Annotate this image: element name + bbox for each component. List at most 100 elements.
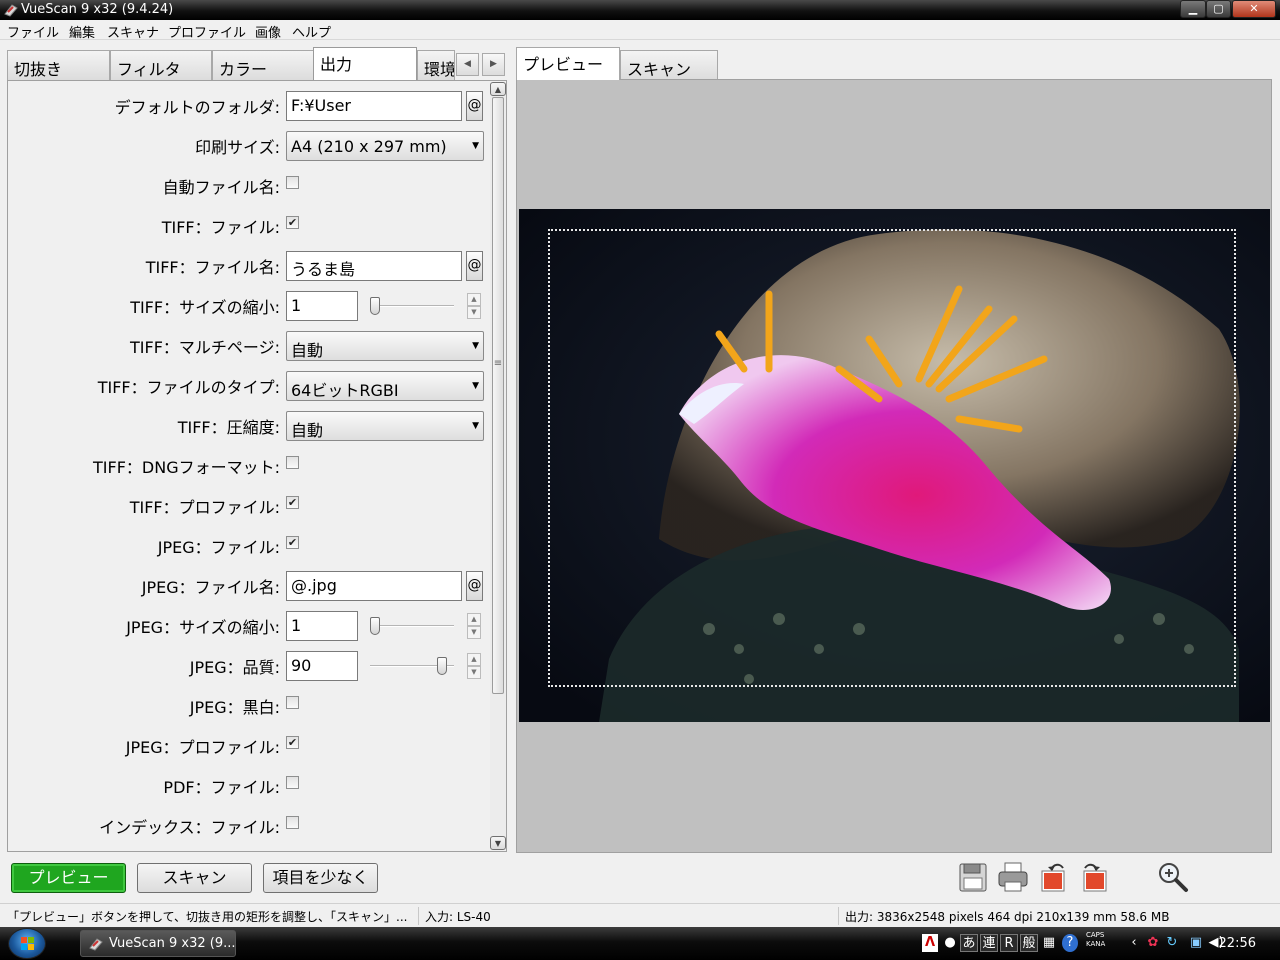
- network-icon[interactable]: ▣: [1188, 934, 1204, 952]
- ime-help-button[interactable]: ?: [1062, 934, 1078, 952]
- print-icon[interactable]: [996, 860, 1030, 894]
- default-folder-at-button[interactable]: @: [466, 91, 483, 121]
- print-size-value: A4 (210 x 297 mm): [291, 137, 447, 156]
- close-icon: ✕: [1249, 2, 1259, 15]
- print-size-select[interactable]: A4 (210 x 297 mm) ▼: [286, 131, 484, 161]
- tiff-filename-at-button[interactable]: @: [466, 251, 483, 281]
- dropdown-arrow-icon: ▼: [472, 381, 479, 391]
- ime-general-button[interactable]: 般: [1020, 934, 1038, 952]
- tab-color[interactable]: カラー: [212, 50, 314, 80]
- settings-scrollbar[interactable]: ▲ ≡ ▼: [490, 82, 506, 850]
- jpeg-profile-checkbox[interactable]: ✔: [286, 736, 299, 749]
- dropdown-arrow-icon: ▼: [472, 421, 479, 431]
- jpeg-bw-checkbox[interactable]: [286, 696, 299, 709]
- jpeg-reduce-spin-up[interactable]: ▲: [467, 613, 481, 626]
- ime-hiragana-button[interactable]: あ: [960, 934, 978, 952]
- tab-output[interactable]: 出力: [313, 47, 417, 80]
- jpeg-quality-spin-up[interactable]: ▲: [467, 653, 481, 666]
- minimize-icon: ▁: [1188, 2, 1198, 15]
- tab-scroll-right-button[interactable]: ▶: [482, 53, 505, 76]
- preview-button[interactable]: プレビュー: [11, 863, 126, 893]
- jpeg-quality-input[interactable]: 90: [286, 651, 358, 681]
- tiff-filename-input[interactable]: うるま島: [286, 251, 462, 281]
- scroll-up-button[interactable]: ▲: [490, 82, 506, 96]
- jpeg-reduce-slider[interactable]: [370, 625, 454, 627]
- status-input: 入力: LS-40: [425, 910, 491, 924]
- tab-scroll-left-button[interactable]: ◀: [456, 53, 479, 76]
- tiff-reduce-slider-thumb[interactable]: [370, 297, 380, 315]
- tiff-multipage-value: 自動: [291, 341, 324, 360]
- tray-app-icon[interactable]: ✿: [1144, 934, 1162, 952]
- default-folder-input[interactable]: F:¥User: [286, 91, 462, 121]
- tray-sync-icon[interactable]: ↻: [1164, 934, 1180, 952]
- tab-filter[interactable]: フィルタ: [110, 50, 212, 80]
- jpeg-reduce-spin-down[interactable]: ▼: [467, 626, 481, 639]
- maximize-button[interactable]: ▢: [1206, 0, 1231, 18]
- menu-profile[interactable]: プロファイル: [168, 22, 246, 41]
- menu-bar: ファイル 編集 スキャナ プロファイル 画像 ヘルプ: [0, 20, 1280, 41]
- crop-rectangle[interactable]: [548, 229, 1236, 687]
- close-button[interactable]: ✕: [1232, 0, 1276, 18]
- print-size-label: 印刷サイズ:: [195, 138, 280, 157]
- rotate-left-icon[interactable]: [1036, 860, 1070, 894]
- tiff-compression-select[interactable]: 自動 ▼: [286, 411, 484, 441]
- fewer-options-button[interactable]: 項目を少なく: [263, 863, 378, 893]
- rotate-right-icon[interactable]: [1078, 860, 1112, 894]
- tiff-file-label: TIFF：ファイル:: [161, 218, 280, 237]
- tiff-dng-checkbox[interactable]: [286, 456, 299, 469]
- tiff-file-checkbox[interactable]: ✔: [286, 216, 299, 229]
- tiff-filetype-value: 64ビットRGBI: [291, 381, 399, 400]
- tiff-reduce-input[interactable]: 1: [286, 291, 358, 321]
- menu-image[interactable]: 画像: [255, 22, 281, 41]
- jpeg-quality-slider-thumb[interactable]: [436, 657, 447, 675]
- index-file-label: インデックス：ファイル:: [99, 818, 280, 837]
- menu-help[interactable]: ヘルプ: [292, 22, 331, 41]
- jpeg-bw-label: JPEG：黒白:: [189, 698, 280, 717]
- tiff-multipage-select[interactable]: 自動 ▼: [286, 331, 484, 361]
- index-file-checkbox[interactable]: [286, 816, 299, 829]
- menu-file[interactable]: ファイル: [7, 22, 59, 41]
- tab-crop[interactable]: 切抜き: [7, 50, 110, 80]
- pdf-file-checkbox[interactable]: [286, 776, 299, 789]
- status-hint: 「プレビュー」ボタンを押して、切抜き用の矩形を調整し、「スキャン」...: [7, 910, 408, 924]
- taskbar-clock[interactable]: 22:56: [1219, 936, 1256, 951]
- tiff-reduce-spin-down[interactable]: ▼: [467, 306, 481, 319]
- tiff-compression-value: 自動: [291, 421, 324, 440]
- ime-conversion-button[interactable]: 連: [980, 934, 998, 952]
- taskbar-vuescan-button[interactable]: VueScan 9 x32 (9...: [80, 930, 236, 957]
- jpeg-reduce-slider-thumb[interactable]: [370, 617, 380, 635]
- zoom-icon[interactable]: [1156, 860, 1190, 894]
- tiff-reduce-slider[interactable]: [370, 305, 454, 307]
- jpeg-filename-at-button[interactable]: @: [466, 571, 483, 601]
- start-button[interactable]: [8, 928, 46, 959]
- minimize-button[interactable]: ▁: [1180, 0, 1206, 18]
- caps-kana-indicator: CAPS KANA: [1086, 931, 1105, 949]
- menu-scanner[interactable]: スキャナ: [107, 22, 159, 41]
- jpeg-filename-input[interactable]: @.jpg: [286, 571, 462, 601]
- auto-filename-checkbox[interactable]: [286, 176, 299, 189]
- tiff-profile-checkbox[interactable]: ✔: [286, 496, 299, 509]
- default-folder-label: デフォルトのフォルダ:: [114, 98, 280, 117]
- jpeg-quality-label: JPEG：品質:: [189, 658, 280, 677]
- ime-romaji-button[interactable]: R: [1000, 934, 1018, 952]
- menu-edit[interactable]: 編集: [69, 22, 95, 41]
- acrobat-tray-icon[interactable]: Λ: [922, 934, 938, 952]
- dropdown-arrow-icon: ▼: [472, 341, 479, 351]
- tiff-filetype-select[interactable]: 64ビットRGBI ▼: [286, 371, 484, 401]
- tab-prefs[interactable]: 環境: [417, 50, 455, 80]
- jpeg-quality-spin-down[interactable]: ▼: [467, 666, 481, 679]
- tab-scan[interactable]: スキャン: [620, 50, 718, 80]
- tab-preview[interactable]: プレビュー: [516, 47, 620, 80]
- scroll-down-button[interactable]: ▼: [490, 836, 506, 850]
- show-hidden-icons-icon[interactable]: ‹: [1128, 934, 1140, 952]
- jpeg-reduce-input[interactable]: 1: [286, 611, 358, 641]
- jpeg-file-checkbox[interactable]: ✔: [286, 536, 299, 549]
- tiff-reduce-spin-up[interactable]: ▲: [467, 293, 481, 306]
- status-separator: [418, 907, 419, 925]
- taskbar-task-label: VueScan 9 x32 (9...: [109, 936, 236, 951]
- scrollbar-thumb[interactable]: ≡: [492, 97, 504, 694]
- ime-dot-icon[interactable]: ●: [944, 934, 956, 952]
- scan-button[interactable]: スキャン: [137, 863, 252, 893]
- ime-pad-icon[interactable]: ▦: [1042, 934, 1056, 952]
- save-icon[interactable]: [956, 860, 990, 894]
